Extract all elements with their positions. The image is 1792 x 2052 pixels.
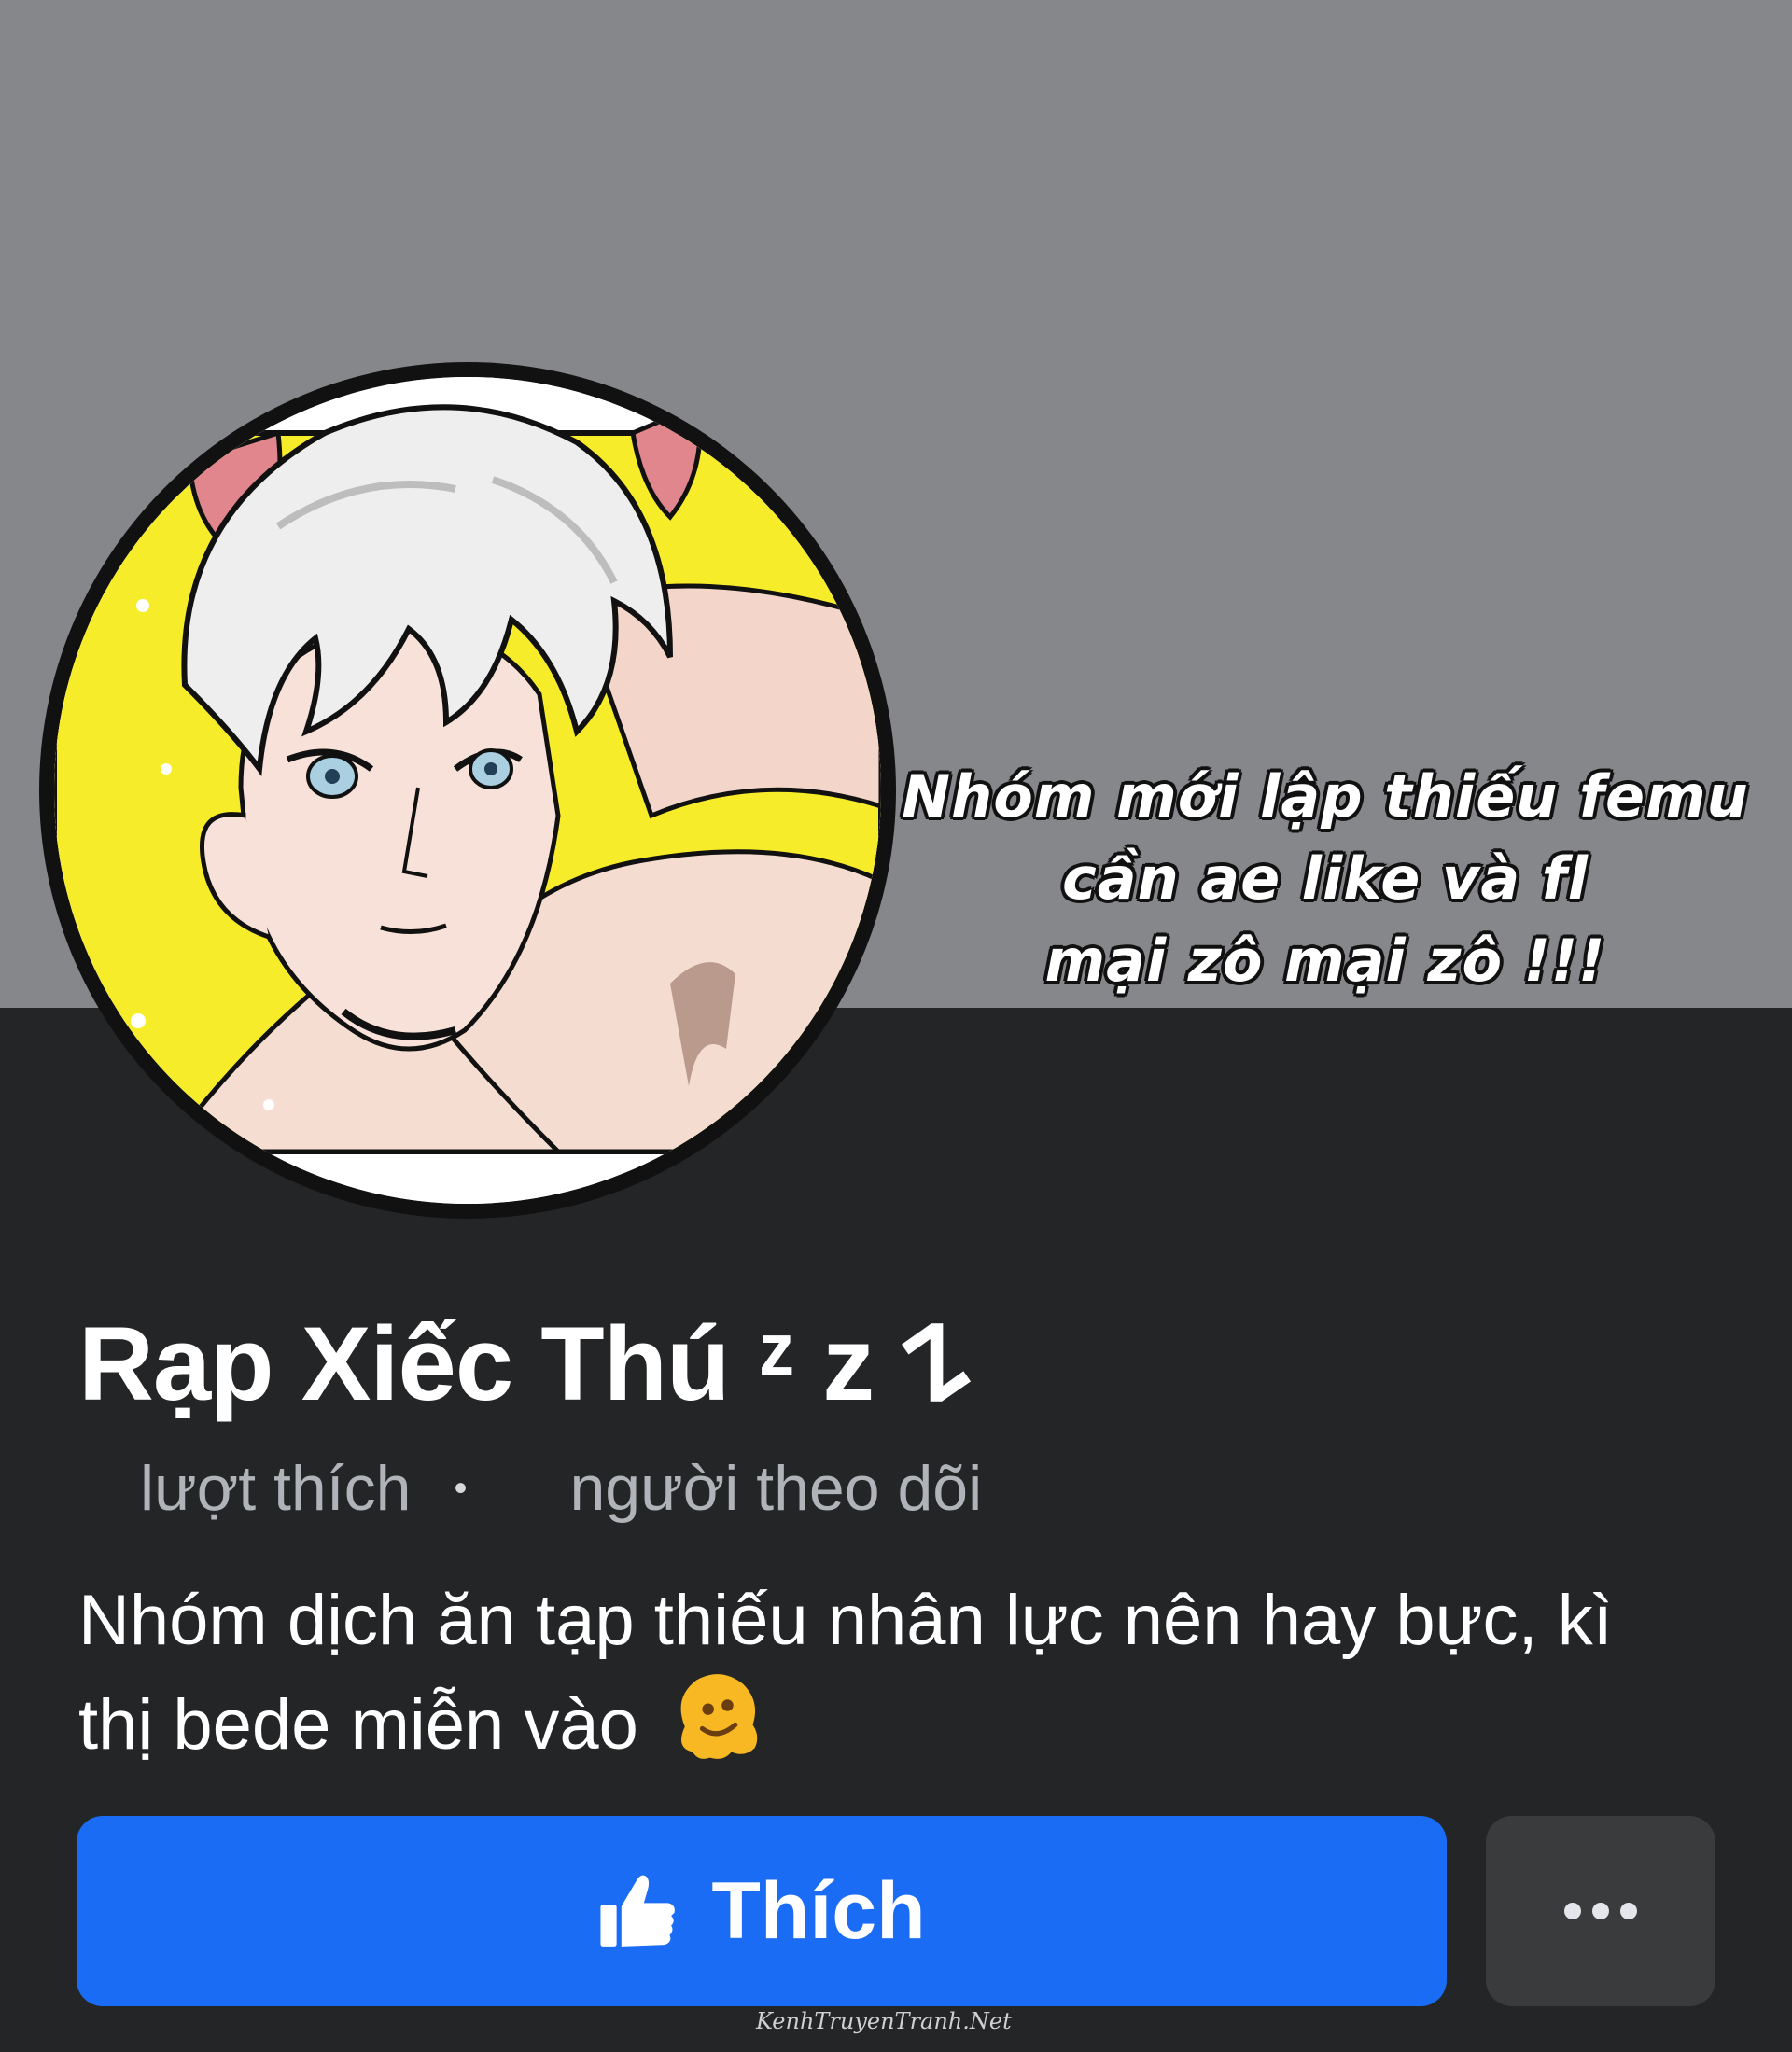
cover-caption: Nhóm mới lập thiếu femu cần ae like và f… [877,756,1773,1002]
avatar[interactable] [54,377,881,1204]
more-horizontal-icon [1564,1903,1637,1919]
more-options-button[interactable] [1486,1816,1715,2006]
page-bio: Nhóm dịch ăn tạp thiếu nhân lực nên hay … [78,1572,1684,1773]
avatar-illustration [54,377,881,1204]
like-page-button[interactable]: Thích [77,1816,1447,2006]
followers-link[interactable]: người theo dõi [569,1452,982,1525]
like-button-label: Thích [711,1865,926,1956]
thumbs-up-icon [600,1875,676,1947]
melting-face-emoji-icon [680,1674,758,1759]
page-name: Rạp Xiếc Thú ᶻ z 𐰁 [78,1305,971,1422]
cover-caption-line: Nhóm mới lập thiếu femu [902,762,1749,831]
stats-separator: • [454,1467,468,1509]
page-stats: lượt thích • người theo dõi [78,1451,982,1526]
bio-text: Nhóm dịch ăn tạp thiếu nhân lực nên hay … [78,1581,1613,1765]
cover-caption-line: mại zô mại zô !!! [1044,927,1606,995]
watermark: KenhTruyenTranh.Net [756,2008,1012,2034]
cover-caption-line: cần ae like và fl [1061,845,1589,913]
likes-link[interactable]: lượt thích [140,1452,411,1525]
